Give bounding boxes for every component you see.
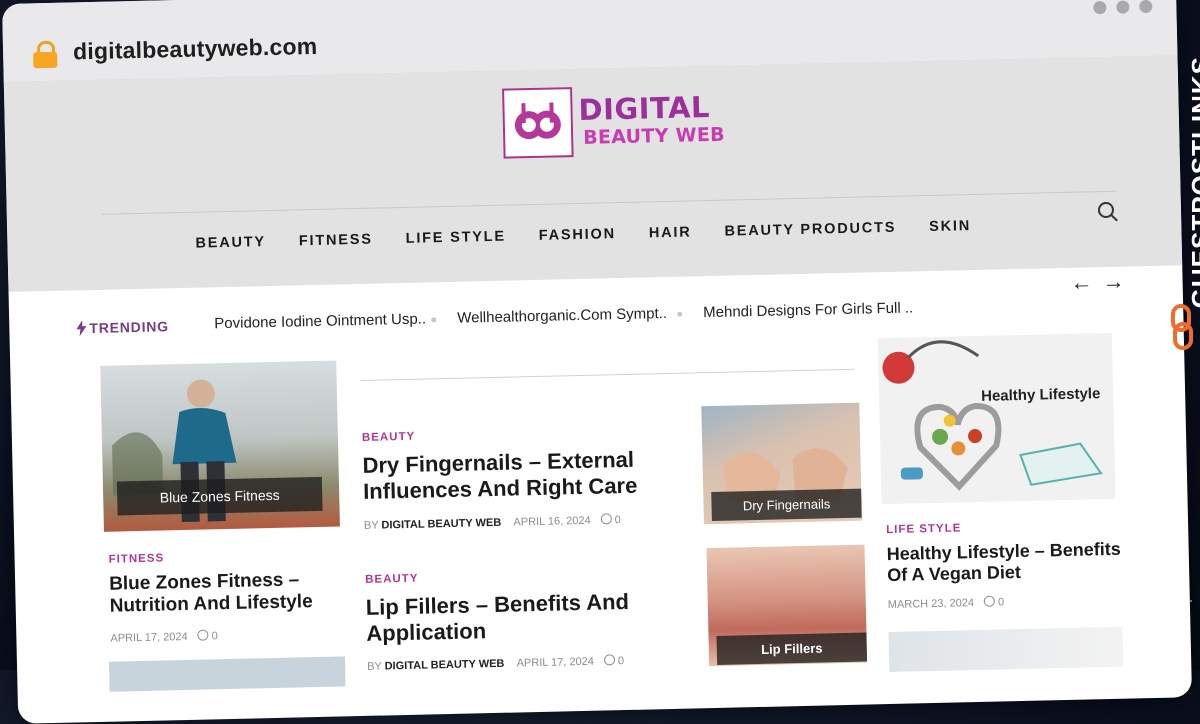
article-title[interactable]: Dry Fingernails – External Influences An…: [362, 446, 663, 505]
image-caption: Blue Zones Fitness: [116, 476, 323, 516]
arrow-right-icon[interactable]: →: [1102, 269, 1125, 295]
nav-item-hair[interactable]: HAIR: [649, 224, 692, 241]
article-image[interactable]: [108, 656, 346, 692]
comment-icon: [197, 629, 209, 641]
link-icon: [1171, 304, 1193, 350]
byline-prefix: BY: [366, 660, 382, 673]
comment-icon: [600, 513, 612, 525]
comment-icon: [983, 595, 996, 607]
image-caption: Lip Fillers: [716, 632, 868, 665]
article-date: APRIL 17, 2024: [516, 655, 595, 670]
comment-icon: [603, 654, 615, 666]
arrow-left-icon[interactable]: ←: [1070, 269, 1093, 295]
trending-item[interactable]: Wellhealthorganic.Com Sympt..: [457, 305, 667, 327]
article-image[interactable]: Lip Fillers: [706, 544, 868, 667]
trending-item[interactable]: Povidone Iodine Ointment Usp..: [214, 310, 426, 332]
image-caption: Dry Fingernails: [711, 488, 862, 522]
star: [1190, 600, 1192, 602]
article-title[interactable]: Blue Zones Fitness – Nutrition And Lifes…: [109, 569, 340, 619]
article-image[interactable]: [888, 626, 1124, 673]
comment-count[interactable]: 0: [618, 655, 624, 667]
trending-label: TRENDING: [89, 318, 170, 337]
category-tag[interactable]: BEAUTY: [362, 431, 416, 444]
browser-window: digitalbeautyweb.com DIGITAL BEAUTY WEB …: [2, 0, 1193, 724]
site-header: [3, 55, 1183, 292]
article-author[interactable]: DIGITAL BEAUTY WEB: [385, 658, 505, 673]
article-meta: MARCH 23, 2024 0: [887, 595, 1004, 612]
comment-count[interactable]: 0: [212, 630, 218, 642]
window-dot-icon[interactable]: [1139, 0, 1153, 14]
url-text[interactable]: digitalbeautyweb.com: [73, 33, 318, 66]
category-tag[interactable]: FITNESS: [108, 552, 164, 565]
separator-dot: [431, 317, 437, 323]
nav-item-beauty[interactable]: BEAUTY: [195, 234, 266, 252]
byline-prefix: BY: [363, 519, 379, 532]
article-date: APRIL 16, 2024: [513, 514, 591, 529]
separator-dot: [677, 311, 683, 317]
bolt-icon: [76, 320, 87, 337]
article-image[interactable]: Dry Fingernails: [701, 402, 862, 525]
article-meta: BY DIGITAL BEAUTY WEB APRIL 17, 2024 0: [367, 654, 624, 673]
section-divider: [360, 368, 855, 381]
nav-item-fitness[interactable]: FITNESS: [299, 232, 373, 250]
comment-count[interactable]: 0: [998, 596, 1004, 608]
category-tag[interactable]: BEAUTY: [365, 573, 419, 586]
nav-item-fashion[interactable]: FASHION: [539, 226, 616, 244]
search-icon[interactable]: [1097, 201, 1119, 223]
watermark: GUESTPOSTLINKS: [1152, 56, 1200, 356]
window-controls: [1083, 0, 1153, 19]
article-author[interactable]: DIGITAL BEAUTY WEB: [381, 517, 501, 532]
watermark-text: GUESTPOSTLINKS: [1186, 56, 1200, 309]
article-date: MARCH 23, 2024: [887, 597, 975, 612]
article-date: APRIL 17, 2024: [110, 630, 188, 645]
nav-item-skin[interactable]: SKIN: [929, 218, 971, 235]
article-title[interactable]: Healthy Lifestyle – Benefits Of A Vegan …: [886, 539, 1127, 587]
image-text: Healthy Lifestyle: [980, 385, 1101, 405]
window-dot-icon[interactable]: [1116, 0, 1130, 14]
trending-item[interactable]: Mehndi Designs For Girls Full ..: [703, 299, 913, 321]
comment-count[interactable]: 0: [615, 514, 621, 526]
lock-icon: [33, 40, 58, 69]
article-meta: APRIL 17, 2024 0: [110, 629, 218, 645]
nav-item-life-style[interactable]: LIFE STYLE: [406, 229, 507, 247]
logo-text-primary[interactable]: DIGITAL: [578, 90, 710, 127]
window-dot-icon[interactable]: [1093, 0, 1107, 15]
category-tag[interactable]: LIFE STYLE: [886, 522, 961, 536]
article-image[interactable]: Blue Zones Fitness: [100, 360, 340, 532]
logo-mark-icon[interactable]: [502, 87, 574, 159]
logo-text-secondary[interactable]: BEAUTY WEB: [583, 124, 725, 149]
article-image[interactable]: Healthy Lifestyle: [877, 332, 1116, 505]
article-title[interactable]: Lip Fillers – Benefits And Application: [365, 588, 666, 647]
article-meta: BY DIGITAL BEAUTY WEB APRIL 16, 2024 0: [364, 513, 621, 532]
